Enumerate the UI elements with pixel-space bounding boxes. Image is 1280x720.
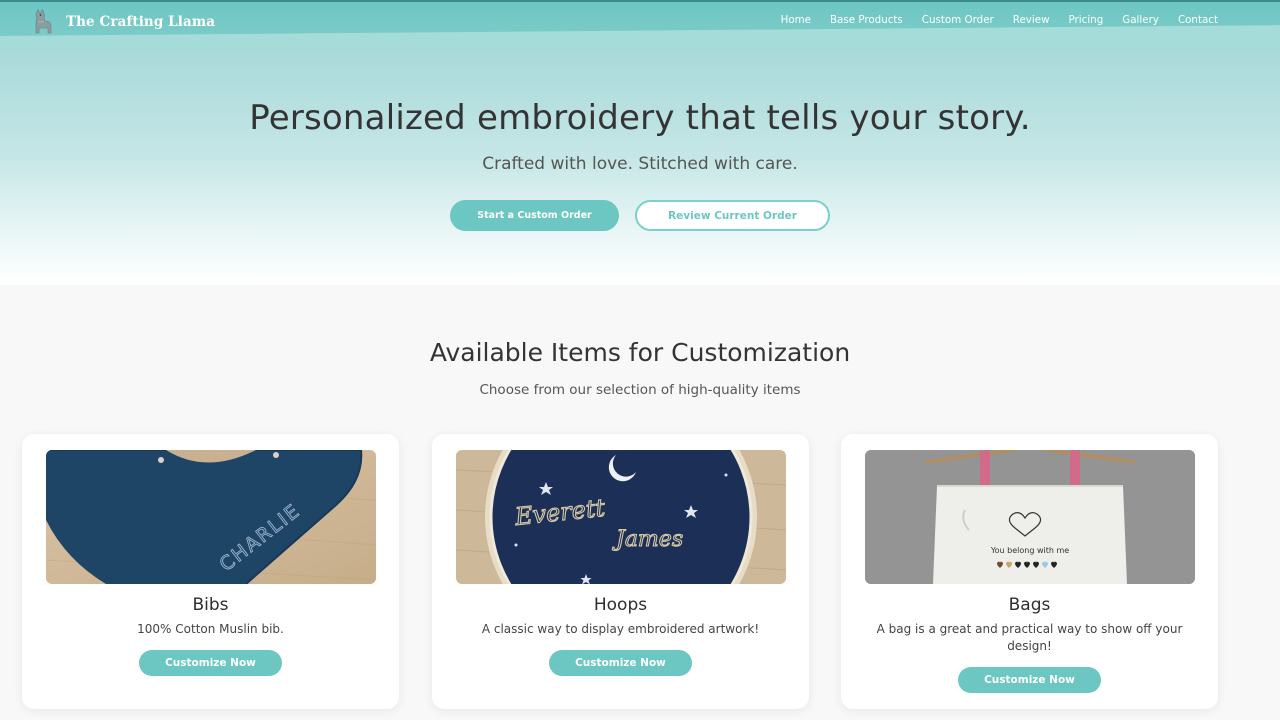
card-title-bags: Bags xyxy=(1008,595,1051,615)
brand[interactable]: The Crafting Llama xyxy=(30,9,215,35)
hero-title: Personalized embroidery that tells your … xyxy=(249,98,1031,138)
customize-hoops-button[interactable]: Customize Now xyxy=(549,650,692,676)
hero-buttons: Start a Custom Order Review Current Orde… xyxy=(0,200,1280,231)
site-header: The Crafting Llama Home Base Products Cu… xyxy=(0,0,1280,50)
nav-review[interactable]: Review xyxy=(1013,14,1050,26)
customize-bags-button[interactable]: Customize Now xyxy=(958,667,1101,693)
nav-home[interactable]: Home xyxy=(781,14,811,26)
product-card-bags: You belong with me Bags A bag is a great… xyxy=(841,434,1218,709)
card-desc-bibs: 100% Cotton Muslin bib. xyxy=(137,622,284,636)
products-title: Available Items for Customization xyxy=(429,338,851,367)
start-custom-order-button[interactable]: Start a Custom Order xyxy=(450,200,619,231)
customize-bibs-button[interactable]: Customize Now xyxy=(139,650,282,676)
nav-contact[interactable]: Contact xyxy=(1178,14,1218,26)
review-current-order-button[interactable]: Review Current Order xyxy=(635,200,830,231)
hero-subtitle: Crafted with love. Stitched with care. xyxy=(482,154,798,174)
nav-gallery[interactable]: Gallery xyxy=(1122,14,1159,26)
card-desc-hoops: A classic way to display embroidered art… xyxy=(481,622,760,636)
card-title-bibs: Bibs xyxy=(192,595,229,615)
product-card-bibs: CHARLIE Bibs 100% Cotton Muslin bib. Cus… xyxy=(22,434,399,709)
bag-image: You belong with me xyxy=(865,450,1195,584)
bag-embroidery-text: You belong with me xyxy=(990,546,1069,555)
hoop-image: Everett James xyxy=(456,450,786,584)
product-card-hoops: Everett James Hoops A classic way to dis… xyxy=(432,434,809,709)
hoop-embroidery-line2: James xyxy=(612,527,683,552)
hero-section: Personalized embroidery that tells your … xyxy=(0,50,1280,285)
llama-icon xyxy=(35,9,52,34)
products-subtitle: Choose from our selection of high-qualit… xyxy=(479,382,801,398)
card-desc-bags: A bag is a great and practical way to sh… xyxy=(876,622,1183,653)
nav-custom-order[interactable]: Custom Order xyxy=(922,14,994,26)
nav-pricing[interactable]: Pricing xyxy=(1069,14,1104,26)
bib-image: CHARLIE xyxy=(46,450,376,584)
brand-name: The Crafting Llama xyxy=(66,14,216,30)
card-title-hoops: Hoops xyxy=(593,595,648,615)
main-nav: Home Base Products Custom Order Review P… xyxy=(781,14,1218,26)
nav-base-products[interactable]: Base Products xyxy=(830,14,903,26)
